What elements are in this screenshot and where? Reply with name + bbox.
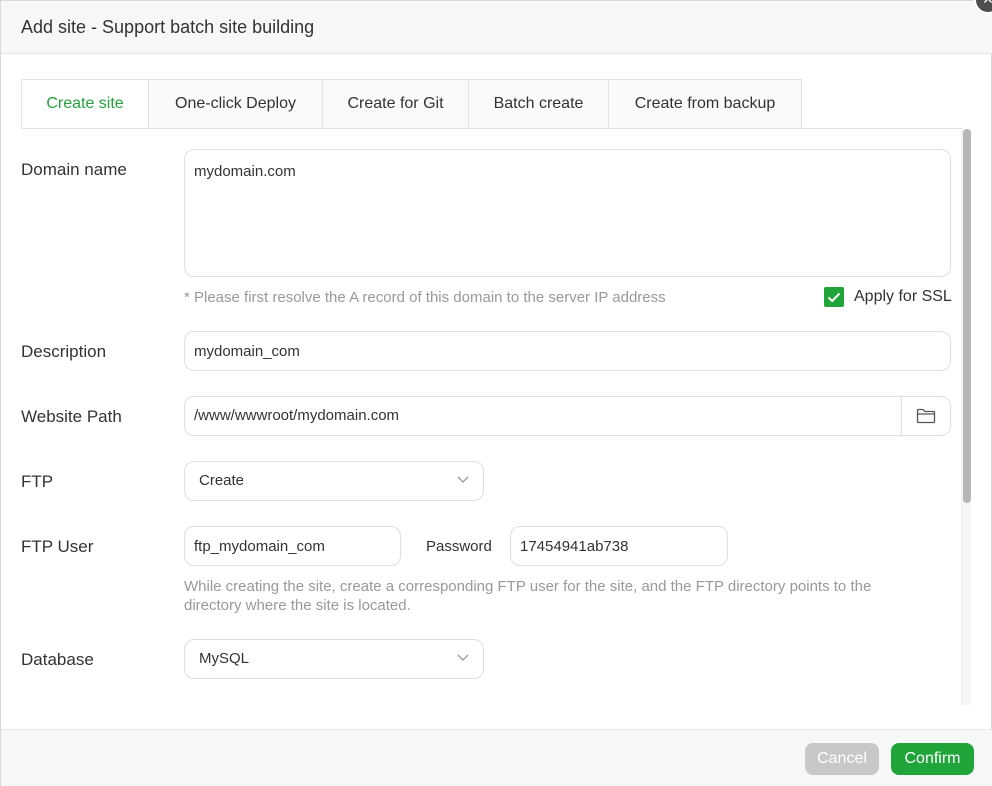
ftp-hint-line2: directory where the site is located. — [184, 597, 411, 614]
password-label: Password — [426, 538, 492, 555]
chevron-down-icon — [457, 476, 469, 483]
apply-ssl-label: Apply for SSL — [854, 288, 952, 305]
website-path-field[interactable]: /www/wwwroot/mydomain.com — [184, 396, 951, 436]
ftp-select[interactable]: Create — [184, 461, 484, 501]
domain-name-label: Domain name — [21, 160, 127, 179]
domain-hint: * Please first resolve the A record of t… — [184, 289, 666, 306]
dialog-header: Add site - Support batch site building — [1, 1, 992, 54]
password-input[interactable] — [510, 526, 728, 566]
website-path-label: Website Path — [21, 407, 122, 426]
ftp-user-input[interactable] — [184, 526, 401, 566]
dialog-title: Add site - Support batch site building — [21, 17, 315, 37]
folder-icon[interactable] — [901, 397, 950, 435]
cancel-button[interactable]: Cancel — [805, 743, 879, 775]
tab-create-site[interactable]: Create site — [21, 79, 149, 129]
apply-ssl-checkbox[interactable]: Apply for SSL — [824, 287, 952, 307]
scrollbar-thumb[interactable] — [963, 129, 971, 503]
website-path-value: /www/wwwroot/mydomain.com — [194, 407, 400, 424]
domain-name-textarea[interactable] — [184, 149, 951, 277]
database-select[interactable]: MySQL — [184, 639, 484, 679]
ftp-select-value: Create — [199, 472, 245, 489]
tab-batch-create[interactable]: Batch create — [469, 79, 609, 129]
form-scrollbar[interactable] — [961, 129, 971, 705]
checkmark-icon — [824, 287, 844, 307]
ftp-user-label: FTP User — [21, 537, 94, 556]
confirm-button[interactable]: Confirm — [891, 743, 974, 775]
database-label: Database — [21, 650, 94, 669]
chevron-down-icon — [457, 654, 469, 661]
dialog-footer: Cancel Confirm — [1, 729, 992, 786]
ftp-hint-line1: While creating the site, create a corres… — [184, 578, 872, 595]
tab-one-click-deploy[interactable]: One-click Deploy — [149, 79, 323, 129]
tab-create-from-backup[interactable]: Create from backup — [609, 79, 802, 129]
description-input[interactable] — [184, 331, 951, 371]
database-select-value: MySQL — [199, 650, 250, 667]
description-label: Description — [21, 342, 107, 361]
tabs-divider — [21, 128, 963, 129]
ftp-label: FTP — [21, 472, 54, 491]
add-site-dialog: Add site - Support batch site building C… — [0, 0, 992, 786]
tab-bar: Create site One-click Deploy Create for … — [21, 79, 802, 129]
tab-create-for-git[interactable]: Create for Git — [323, 79, 469, 129]
